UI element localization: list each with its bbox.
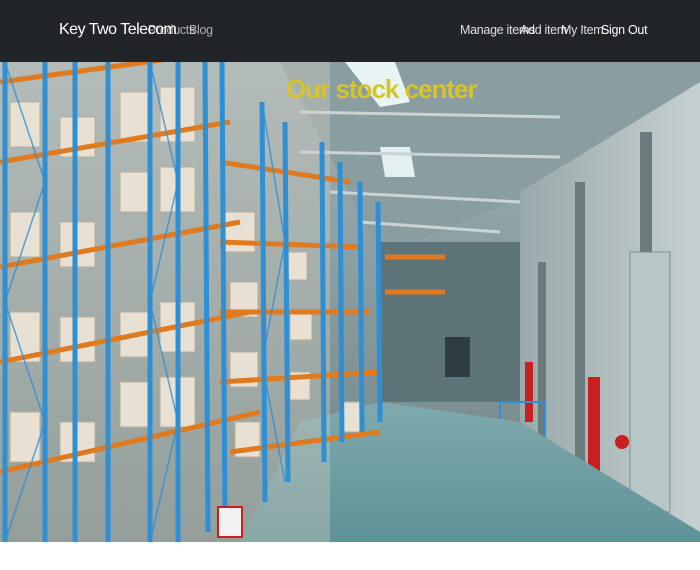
top-navbar: Key Two Telecom Products Blog Manage ite… bbox=[0, 0, 700, 62]
nav-link-my-item[interactable]: My Item bbox=[561, 23, 604, 37]
nav-link-add-item[interactable]: Add item bbox=[520, 23, 567, 37]
nav-link-blog[interactable]: Blog bbox=[189, 23, 213, 37]
nav-link-sign-out[interactable]: Sign Out bbox=[601, 23, 648, 37]
nav-link-products[interactable]: Products bbox=[148, 23, 195, 37]
hero-banner bbox=[0, 62, 700, 542]
hero-title: Our stock center bbox=[286, 74, 478, 104]
warehouse-image bbox=[0, 62, 700, 542]
